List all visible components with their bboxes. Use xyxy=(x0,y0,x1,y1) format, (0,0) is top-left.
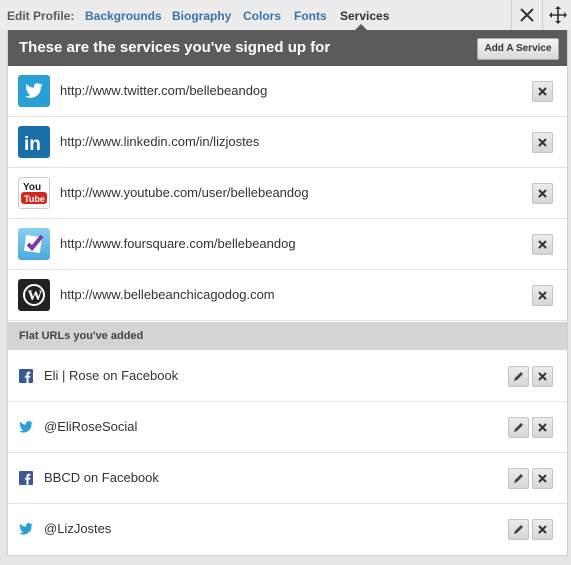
pencil-icon xyxy=(514,423,523,432)
service-url[interactable]: http://www.linkedin.com/in/lizjostes xyxy=(60,134,259,149)
move-arrows-icon xyxy=(549,6,567,24)
service-url[interactable]: http://www.youtube.com/user/bellebeandog xyxy=(60,185,309,200)
service-row: in http://www.linkedin.com/in/lizjostes xyxy=(8,117,567,168)
close-button[interactable] xyxy=(516,4,538,26)
pencil-icon xyxy=(514,525,523,534)
service-url[interactable]: http://www.foursquare.com/bellebeandog xyxy=(60,236,296,251)
delete-x-icon xyxy=(538,240,547,249)
edit-button[interactable] xyxy=(508,468,529,489)
service-url[interactable]: http://www.twitter.com/bellebeandog xyxy=(60,83,267,98)
delete-x-icon xyxy=(538,138,547,147)
delete-x-icon xyxy=(538,474,547,483)
twitter-icon xyxy=(19,421,33,433)
facebook-icon xyxy=(19,369,33,383)
services-title: These are the services you've signed up … xyxy=(19,39,331,56)
services-panel: These are the services you've signed up … xyxy=(7,30,568,556)
svg-text:You: You xyxy=(23,182,41,193)
service-url[interactable]: http://www.bellebeanchicagodog.com xyxy=(60,287,275,302)
delete-button[interactable] xyxy=(532,81,553,102)
svg-text:in: in xyxy=(24,134,41,155)
flat-url-row: BBCD on Facebook xyxy=(8,453,567,504)
flat-url-label[interactable]: Eli | Rose on Facebook xyxy=(44,368,178,383)
delete-x-icon xyxy=(538,189,547,198)
divider xyxy=(542,0,543,30)
svg-text:W: W xyxy=(28,288,43,304)
delete-x-icon xyxy=(538,87,547,96)
edit-button[interactable] xyxy=(508,417,529,438)
delete-button[interactable] xyxy=(532,519,553,540)
twitter-icon xyxy=(19,523,33,535)
delete-button[interactable] xyxy=(532,132,553,153)
delete-x-icon xyxy=(538,525,547,534)
tab-backgrounds[interactable]: Backgrounds xyxy=(85,9,162,23)
move-handle[interactable] xyxy=(548,5,568,25)
services-header: These are the services you've signed up … xyxy=(8,30,567,66)
flat-urls-header: Flat URLs you've added xyxy=(8,322,567,350)
service-row: http://www.twitter.com/bellebeandog xyxy=(8,66,567,117)
flat-url-label[interactable]: @LizJostes xyxy=(44,521,111,536)
delete-x-icon xyxy=(538,291,547,300)
flat-url-row: @EliRoseSocial xyxy=(8,402,567,453)
facebook-icon xyxy=(19,471,33,485)
tab-colors[interactable]: Colors xyxy=(243,9,281,23)
edit-button[interactable] xyxy=(508,366,529,387)
add-service-button[interactable]: Add A Service xyxy=(477,38,559,60)
youtube-icon: You Tube xyxy=(18,177,50,209)
delete-button[interactable] xyxy=(532,285,553,306)
linkedin-icon: in xyxy=(18,126,50,158)
flat-url-label[interactable]: @EliRoseSocial xyxy=(44,419,137,434)
pencil-icon xyxy=(514,474,523,483)
delete-button[interactable] xyxy=(532,468,553,489)
flat-url-label[interactable]: BBCD on Facebook xyxy=(44,470,159,485)
tab-fonts[interactable]: Fonts xyxy=(294,9,327,23)
flat-urls-title: Flat URLs you've added xyxy=(19,330,144,342)
flat-url-row: Eli | Rose on Facebook xyxy=(8,351,567,402)
service-row: W http://www.bellebeanchicagodog.com xyxy=(8,270,567,321)
close-icon xyxy=(520,8,534,22)
pencil-icon xyxy=(514,372,523,381)
edit-button[interactable] xyxy=(508,519,529,540)
delete-button[interactable] xyxy=(532,366,553,387)
flat-url-row: @LizJostes xyxy=(8,504,567,554)
edit-profile-tabbar: Edit Profile: Backgrounds Biography Colo… xyxy=(0,0,571,30)
delete-button[interactable] xyxy=(532,417,553,438)
divider xyxy=(511,0,512,30)
delete-x-icon xyxy=(538,372,547,381)
twitter-icon xyxy=(18,75,50,107)
tab-biography[interactable]: Biography xyxy=(172,9,231,23)
service-row: http://www.foursquare.com/bellebeandog xyxy=(8,219,567,270)
edit-profile-label: Edit Profile: xyxy=(7,9,75,23)
svg-text:Tube: Tube xyxy=(24,194,45,204)
service-row: You Tube http://www.youtube.com/user/bel… xyxy=(8,168,567,219)
delete-button[interactable] xyxy=(532,183,553,204)
wordpress-icon: W xyxy=(18,279,50,311)
delete-x-icon xyxy=(538,423,547,432)
delete-button[interactable] xyxy=(532,234,553,255)
tab-services[interactable]: Services xyxy=(340,9,389,23)
foursquare-icon xyxy=(18,228,50,260)
